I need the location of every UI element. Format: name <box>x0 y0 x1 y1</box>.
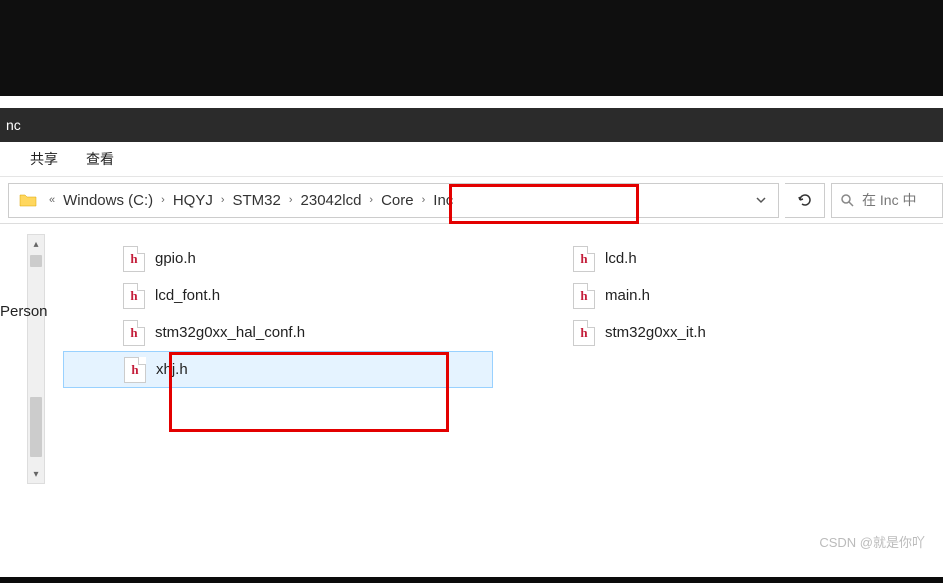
scroll-up-icon[interactable]: ▴ <box>28 235 44 253</box>
nav-pane: ▴ ▾ Person <box>0 224 47 579</box>
header-file-icon: h <box>573 246 595 272</box>
chevron-right-icon: › <box>219 194 227 206</box>
file-item[interactable]: h stm32g0xx_hal_conf.h <box>63 314 493 351</box>
header-file-icon: h <box>123 246 145 272</box>
window-title: nc <box>6 117 21 133</box>
search-icon <box>840 193 854 207</box>
file-column: h lcd.h h main.h h stm32g0xx_it.h <box>513 240 943 388</box>
breadcrumb-item[interactable]: 23042lcd <box>295 184 368 217</box>
title-bar: nc <box>0 108 943 142</box>
scroll-thumb[interactable] <box>30 397 42 457</box>
search-input[interactable]: 在 Inc 中 <box>831 183 943 218</box>
header-file-icon: h <box>573 283 595 309</box>
scroll-thumb[interactable] <box>30 255 42 267</box>
file-name: main.h <box>605 287 650 304</box>
search-placeholder: 在 Inc 中 <box>862 190 916 210</box>
bottom-bar <box>0 577 943 583</box>
chevron-right-icon: › <box>367 194 375 206</box>
highlight-annotation <box>449 184 639 224</box>
file-item[interactable]: h xhj.h <box>63 351 493 388</box>
tab-share[interactable]: 共享 <box>30 149 58 169</box>
folder-icon <box>17 189 39 211</box>
breadcrumb-item[interactable]: STM32 <box>227 184 287 217</box>
file-name: gpio.h <box>155 250 196 267</box>
refresh-button[interactable] <box>785 183 825 218</box>
file-name: stm32g0xx_hal_conf.h <box>155 324 305 341</box>
window-top-bar <box>0 0 943 96</box>
watermark: CSDN @就是你吖 <box>819 532 925 551</box>
tab-view[interactable]: 查看 <box>86 149 114 169</box>
chevron-right-icon: › <box>420 194 428 206</box>
file-item[interactable]: h main.h <box>513 277 943 314</box>
gap <box>0 96 943 108</box>
ribbon-tabs: 共享 查看 <box>0 142 943 177</box>
header-file-icon: h <box>123 283 145 309</box>
file-column: h gpio.h h lcd_font.h h stm32g0xx_hal_co… <box>63 240 493 388</box>
file-name: lcd.h <box>605 250 637 267</box>
file-list: h gpio.h h lcd_font.h h stm32g0xx_hal_co… <box>47 224 943 579</box>
file-name: lcd_font.h <box>155 287 220 304</box>
file-item[interactable]: h lcd_font.h <box>63 277 493 314</box>
file-item[interactable]: h gpio.h <box>63 240 493 277</box>
nav-label[interactable]: Person <box>0 303 48 320</box>
breadcrumb-item[interactable]: Inc <box>427 184 459 217</box>
breadcrumb-item[interactable]: Windows (C:) <box>57 184 159 217</box>
breadcrumb-item[interactable]: Core <box>375 184 420 217</box>
breadcrumb-item[interactable]: HQYJ <box>167 184 219 217</box>
header-file-icon: h <box>573 320 595 346</box>
file-item[interactable]: h lcd.h <box>513 240 943 277</box>
file-item[interactable]: h stm32g0xx_it.h <box>513 314 943 351</box>
file-name: stm32g0xx_it.h <box>605 324 706 341</box>
address-row: « Windows (C:) › HQYJ › STM32 › 23042lcd… <box>0 177 943 224</box>
file-name: xhj.h <box>156 361 188 378</box>
chevron-right-icon: › <box>159 194 167 206</box>
content-area: ▴ ▾ Person h gpio.h h lcd_font.h h stm32… <box>0 224 943 579</box>
chevron-right-icon: › <box>287 194 295 206</box>
scroll-down-icon[interactable]: ▾ <box>28 465 44 483</box>
overflow-chevron[interactable]: « <box>47 194 57 206</box>
header-file-icon: h <box>123 320 145 346</box>
header-file-icon: h <box>124 357 146 383</box>
nav-scrollbar[interactable]: ▴ ▾ <box>27 234 45 484</box>
address-bar[interactable]: « Windows (C:) › HQYJ › STM32 › 23042lcd… <box>8 183 779 218</box>
address-dropdown-button[interactable] <box>744 194 778 206</box>
